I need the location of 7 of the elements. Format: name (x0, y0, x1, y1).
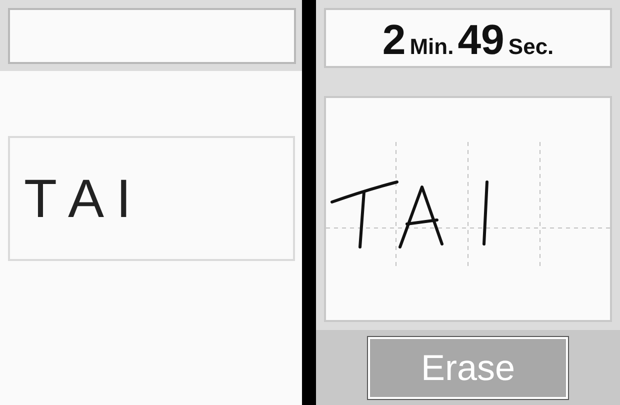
target-word: T A I (24, 168, 132, 230)
seconds-value: 49 (458, 16, 504, 64)
minutes-value: 2 (382, 16, 406, 64)
minutes-unit: Min. (410, 34, 454, 60)
erase-button[interactable]: Erase (368, 336, 568, 398)
seconds-unit: Sec. (508, 34, 554, 60)
writing-pad[interactable] (324, 96, 612, 322)
